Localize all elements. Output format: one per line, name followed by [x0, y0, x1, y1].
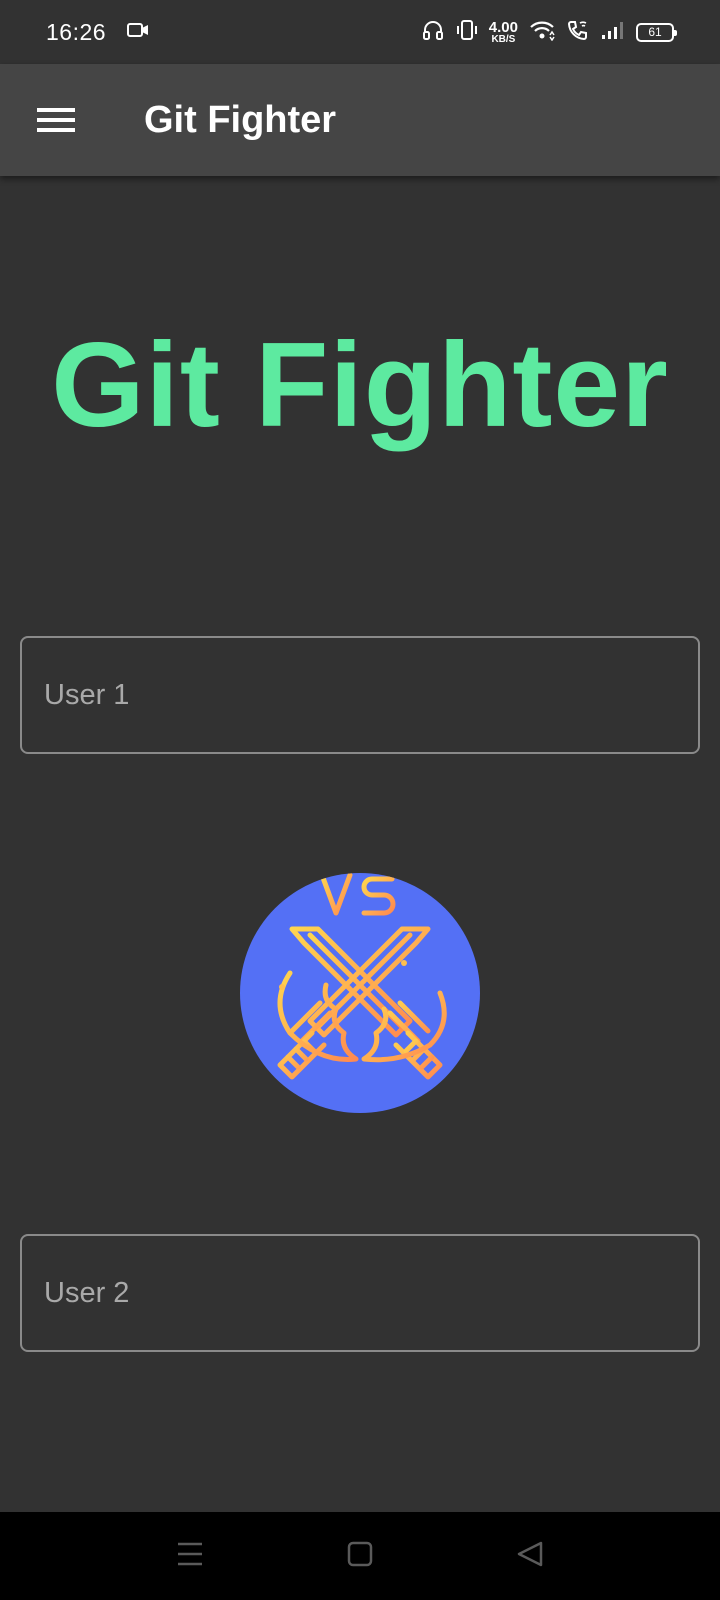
- hamburger-menu-button[interactable]: [0, 64, 112, 176]
- user1-input[interactable]: [44, 638, 698, 752]
- vibrate-icon: [455, 19, 479, 46]
- home-icon: [347, 1541, 373, 1572]
- system-nav-bar: [0, 1512, 720, 1600]
- status-right: 4.00 KB/S 61: [421, 19, 677, 46]
- wifi-icon: [528, 19, 556, 46]
- vs-logo: [240, 873, 480, 1113]
- status-time: 16:26: [46, 18, 107, 45]
- app-bar-title: Git Fighter: [144, 98, 337, 141]
- user1-field[interactable]: [20, 636, 700, 754]
- user2-field[interactable]: [20, 1234, 700, 1352]
- crossed-swords-icon: [240, 873, 480, 1113]
- user2-input[interactable]: [44, 1236, 698, 1350]
- signal-icon: [600, 19, 626, 46]
- net-speed-value: 4.00: [488, 18, 518, 36]
- net-speed: 4.00 KB/S: [489, 20, 518, 45]
- home-button[interactable]: [275, 1512, 445, 1600]
- battery-icon: 61: [636, 22, 677, 42]
- recent-apps-icon: [177, 1541, 203, 1572]
- wifi-calling-icon: [566, 19, 590, 46]
- back-button[interactable]: [445, 1512, 615, 1600]
- back-icon: [517, 1541, 543, 1572]
- hamburger-menu-icon: [37, 106, 75, 134]
- video-camera-icon: [126, 21, 150, 44]
- status-bar: 16:26 4.00 KB/S 61: [0, 0, 720, 64]
- app-bar: Git Fighter: [0, 64, 720, 176]
- headset-icon: [421, 19, 445, 46]
- net-speed-unit: KB/S: [491, 33, 516, 45]
- hero-title: Git Fighter: [51, 318, 669, 452]
- recent-apps-button[interactable]: [105, 1512, 275, 1600]
- status-left: 16:26: [46, 19, 150, 46]
- battery-level: 61: [648, 25, 662, 39]
